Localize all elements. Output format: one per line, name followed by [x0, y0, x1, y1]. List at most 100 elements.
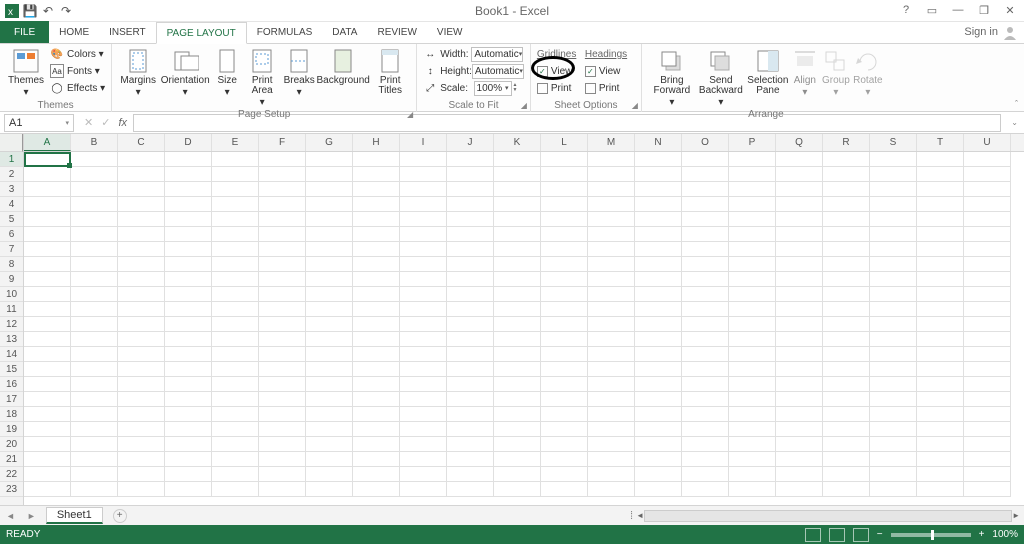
tab-formulas[interactable]: FORMULAS [247, 21, 323, 43]
orientation-button[interactable]: Orientation▾ [158, 46, 212, 98]
sheet-tab-sheet1[interactable]: Sheet1 [46, 507, 103, 524]
row-header-21[interactable]: 21 [0, 452, 23, 467]
row-header-22[interactable]: 22 [0, 467, 23, 482]
ribbon-options-icon[interactable]: ▭ [924, 4, 940, 17]
col-header-T[interactable]: T [917, 134, 964, 151]
zoom-slider[interactable] [891, 533, 971, 537]
tab-home[interactable]: HOME [49, 21, 99, 43]
close-icon[interactable]: ✕ [1002, 4, 1018, 17]
tab-file[interactable]: FILE [0, 21, 49, 43]
horizontal-scrollbar[interactable]: ⁞ ◄► [630, 509, 1020, 523]
help-icon[interactable]: ? [898, 4, 914, 17]
page-setup-launcher-icon[interactable]: ◢ [407, 108, 413, 121]
headings-print-check[interactable]: Print [585, 80, 635, 96]
row-header-8[interactable]: 8 [0, 257, 23, 272]
new-sheet-button[interactable]: + [113, 509, 127, 523]
tab-review[interactable]: REVIEW [367, 21, 426, 43]
scale-spinner[interactable]: 100% [474, 81, 512, 96]
row-header-3[interactable]: 3 [0, 182, 23, 197]
margins-button[interactable]: Margins▾ [118, 46, 158, 98]
expand-formula-icon[interactable]: ⌄ [1005, 118, 1024, 127]
zoom-in-icon[interactable]: + [979, 529, 985, 540]
size-button[interactable]: Size▾ [212, 46, 242, 98]
print-titles-button[interactable]: Print Titles [370, 46, 410, 96]
tab-insert[interactable]: INSERT [99, 21, 156, 43]
col-header-A[interactable]: A [24, 134, 71, 151]
col-header-Q[interactable]: Q [776, 134, 823, 151]
zoom-level[interactable]: 100% [992, 529, 1018, 540]
breaks-button[interactable]: Breaks▾ [282, 46, 316, 98]
scroll-tabs-right-icon[interactable]: ► [21, 511, 42, 521]
row-header-6[interactable]: 6 [0, 227, 23, 242]
bring-forward-button[interactable]: Bring Forward▾ [648, 46, 696, 108]
select-all-corner[interactable] [0, 134, 23, 152]
row-header-14[interactable]: 14 [0, 347, 23, 362]
row-header-16[interactable]: 16 [0, 377, 23, 392]
normal-view-icon[interactable] [805, 528, 821, 542]
col-header-F[interactable]: F [259, 134, 306, 151]
row-header-19[interactable]: 19 [0, 422, 23, 437]
row-header-4[interactable]: 4 [0, 197, 23, 212]
tab-data[interactable]: DATA [322, 21, 367, 43]
align-button[interactable]: Align▾ [790, 46, 820, 98]
row-header-20[interactable]: 20 [0, 437, 23, 452]
row-header-1[interactable]: 1 [0, 152, 23, 167]
save-icon[interactable]: 💾 [22, 3, 38, 19]
tab-page-layout[interactable]: PAGE LAYOUT [156, 22, 247, 44]
col-header-K[interactable]: K [494, 134, 541, 151]
col-header-E[interactable]: E [212, 134, 259, 151]
row-header-13[interactable]: 13 [0, 332, 23, 347]
row-header-5[interactable]: 5 [0, 212, 23, 227]
col-header-J[interactable]: J [447, 134, 494, 151]
gridlines-print-check[interactable]: Print [537, 80, 585, 96]
page-layout-view-icon[interactable] [829, 528, 845, 542]
row-header-12[interactable]: 12 [0, 317, 23, 332]
row-header-11[interactable]: 11 [0, 302, 23, 317]
row-header-10[interactable]: 10 [0, 287, 23, 302]
col-header-C[interactable]: C [118, 134, 165, 151]
scale-launcher-icon[interactable]: ◢ [521, 99, 527, 112]
name-box[interactable]: A1 [4, 114, 74, 132]
cells-region[interactable] [24, 152, 1011, 497]
collapse-ribbon-icon[interactable]: ˆ [1015, 99, 1018, 109]
col-header-U[interactable]: U [964, 134, 1011, 151]
restore-icon[interactable]: ❐ [976, 4, 992, 17]
col-header-B[interactable]: B [71, 134, 118, 151]
row-header-9[interactable]: 9 [0, 272, 23, 287]
effects-button[interactable]: ◯Effects ▾ [50, 80, 105, 96]
col-header-O[interactable]: O [682, 134, 729, 151]
width-combo[interactable]: Automatic [471, 47, 523, 62]
scale-spin-buttons[interactable]: ▲▼ [513, 83, 518, 93]
col-header-G[interactable]: G [306, 134, 353, 151]
col-header-S[interactable]: S [870, 134, 917, 151]
col-header-N[interactable]: N [635, 134, 682, 151]
headings-view-check[interactable]: View [585, 63, 635, 79]
col-header-H[interactable]: H [353, 134, 400, 151]
zoom-out-icon[interactable]: − [877, 529, 883, 540]
row-header-15[interactable]: 15 [0, 362, 23, 377]
themes-button[interactable]: Themes▾ [6, 46, 46, 98]
redo-icon[interactable]: ↷ [58, 3, 74, 19]
row-header-18[interactable]: 18 [0, 407, 23, 422]
col-header-P[interactable]: P [729, 134, 776, 151]
colors-button[interactable]: 🎨Colors ▾ [50, 46, 105, 62]
row-header-2[interactable]: 2 [0, 167, 23, 182]
col-header-L[interactable]: L [541, 134, 588, 151]
col-header-R[interactable]: R [823, 134, 870, 151]
minimize-icon[interactable]: — [950, 4, 966, 17]
send-backward-button[interactable]: Send Backward▾ [696, 46, 746, 108]
scroll-tabs-left-icon[interactable]: ◄ [0, 511, 21, 521]
col-header-D[interactable]: D [165, 134, 212, 151]
tab-view[interactable]: VIEW [427, 21, 473, 43]
print-area-button[interactable]: Print Area▾ [242, 46, 282, 108]
page-break-view-icon[interactable] [853, 528, 869, 542]
sheet-launcher-icon[interactable]: ◢ [632, 99, 638, 112]
fonts-button[interactable]: AaFonts ▾ [50, 63, 105, 79]
col-header-M[interactable]: M [588, 134, 635, 151]
row-header-7[interactable]: 7 [0, 242, 23, 257]
height-combo[interactable]: Automatic [472, 64, 524, 79]
gridlines-view-check[interactable]: View [537, 63, 585, 79]
undo-icon[interactable]: ↶ [40, 3, 56, 19]
selection-pane-button[interactable]: Selection Pane [746, 46, 790, 96]
background-button[interactable]: Background [316, 46, 370, 86]
